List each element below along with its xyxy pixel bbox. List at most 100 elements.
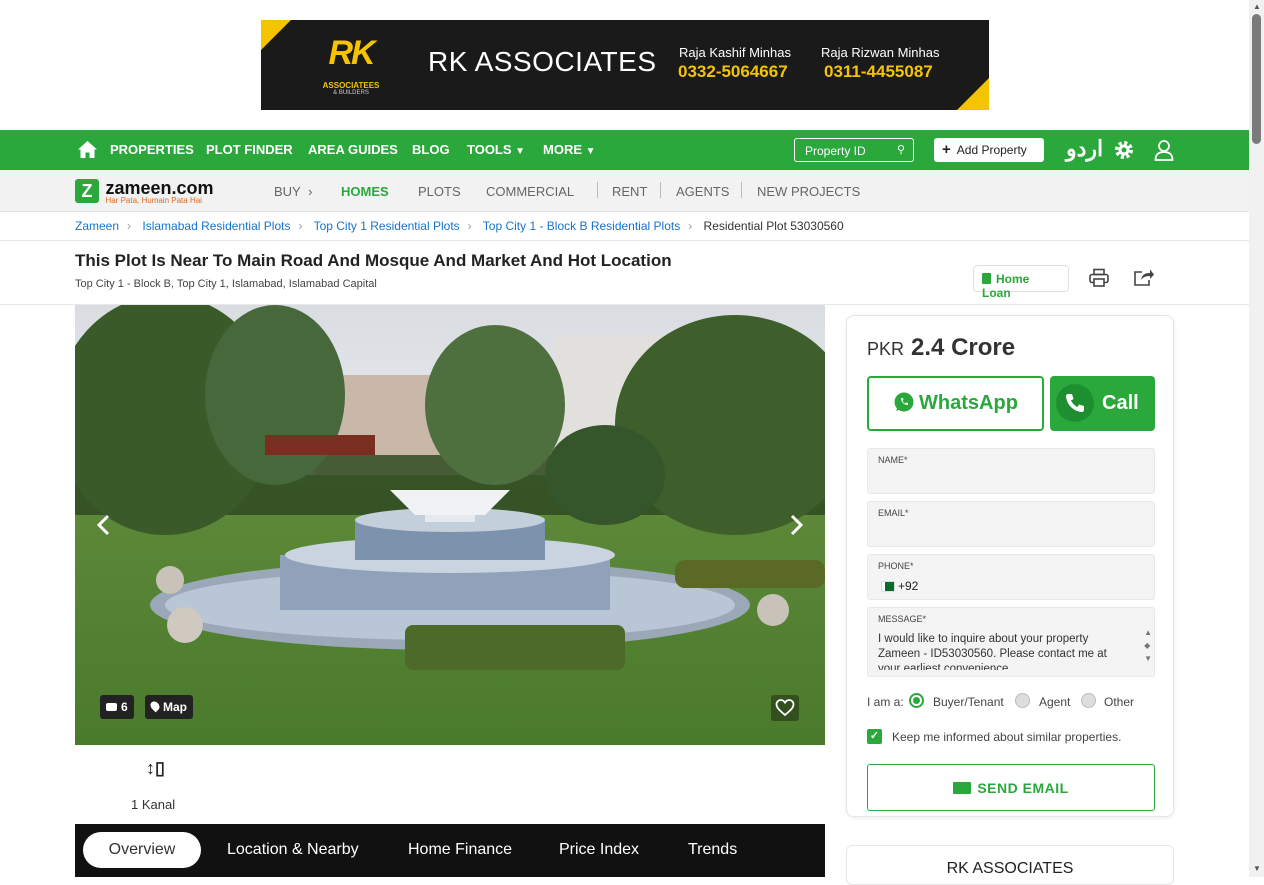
tab-price-index[interactable]: Price Index: [559, 841, 639, 859]
zameen-logo-tagline: Har Pata, Humain Pata Hai: [105, 196, 202, 205]
breadcrumb-item[interactable]: Zameen: [75, 219, 119, 233]
add-property-button[interactable]: + Add Property: [934, 138, 1044, 162]
search-icon[interactable]: ⚲: [897, 143, 905, 156]
price-currency: PKR: [867, 339, 905, 359]
property-id-search-input[interactable]: Property ID ⚲: [794, 138, 914, 162]
keep-informed-checkbox[interactable]: ✓: [867, 729, 882, 744]
contact-card: PKR 2.4 Crore WhatsApp Call NAME* EMAIL*…: [846, 315, 1174, 817]
add-property-label: Add Property: [956, 143, 1027, 157]
send-email-label: SEND EMAIL: [977, 780, 1069, 796]
subnav-item-buy-label: BUY: [274, 184, 301, 199]
banner-corner-decoration: [957, 78, 989, 110]
chevron-right-icon[interactable]: [787, 513, 805, 537]
photo-count-button[interactable]: 6: [100, 695, 134, 719]
advertisement-banner[interactable]: RK ASSOCIATEES & BUILDERS RK ASSOCIATES …: [261, 20, 989, 110]
map-button[interactable]: Map: [145, 695, 193, 719]
gear-icon[interactable]: [1114, 140, 1134, 160]
radio-agent[interactable]: [1015, 693, 1030, 708]
chevron-right-icon: ›: [467, 219, 472, 233]
scroll-down-arrow-icon[interactable]: ▼: [1253, 864, 1261, 873]
rk-logo-line2: & BUILDERS: [333, 90, 369, 96]
user-icon[interactable]: [1154, 139, 1174, 161]
secondary-navigation: Z zameen.com Har Pata, Humain Pata Hai B…: [0, 170, 1249, 212]
home-loan-button[interactable]: Home Loan: [973, 265, 1069, 300]
banner-contact2-phone: 0311-4455087: [824, 62, 933, 81]
map-label: Map: [163, 700, 187, 714]
breadcrumb-item[interactable]: Top City 1 - Block B Residential Plots: [483, 219, 680, 233]
breadcrumb-item[interactable]: Top City 1 Residential Plots: [314, 219, 460, 233]
chevron-right-icon: ›: [688, 219, 693, 233]
send-email-button[interactable]: SEND EMAIL: [867, 764, 1155, 811]
subnav-item-rent[interactable]: RENT: [612, 184, 647, 199]
email-field[interactable]: EMAIL*: [867, 501, 1155, 547]
chevron-right-icon: ›: [308, 184, 313, 199]
i-am-a-label: I am a:: [867, 695, 904, 709]
nav-item-tools[interactable]: TOOLS ▼: [467, 142, 525, 157]
nav-item-more-label: MORE: [543, 142, 582, 157]
pakistan-flag-icon: [881, 581, 895, 592]
property-area: 1 Kanal: [131, 797, 176, 812]
zameen-logo[interactable]: Z zameen.com Har Pata, Humain Pata Hai: [75, 179, 214, 205]
subnav-divider: [660, 182, 661, 198]
property-photo[interactable]: [75, 305, 825, 745]
nav-item-blog[interactable]: BLOG: [412, 142, 450, 157]
urdu-language-toggle[interactable]: اردو: [1066, 136, 1103, 162]
agency-card: RK ASSOCIATES: [846, 845, 1174, 885]
nav-item-more[interactable]: MORE ▼: [543, 142, 596, 157]
scroll-up-arrow-icon[interactable]: ▲: [1253, 2, 1261, 11]
subnav-item-buy[interactable]: BUY ›: [274, 184, 312, 199]
message-field[interactable]: MESSAGE* I would like to inquire about y…: [867, 607, 1155, 677]
subnav-item-homes[interactable]: HOMES: [341, 184, 389, 199]
breadcrumb-current: Residential Plot 53030560: [703, 219, 844, 233]
nav-item-plot-finder[interactable]: PLOT FINDER: [206, 142, 293, 157]
nav-item-properties[interactable]: PROPERTIES: [110, 142, 194, 157]
favorite-button[interactable]: [771, 695, 799, 721]
radio-other[interactable]: [1081, 693, 1096, 708]
phone-prefix: +92: [898, 579, 919, 593]
phone-icon: [1056, 384, 1094, 422]
print-icon[interactable]: [1088, 268, 1110, 288]
heart-icon: [775, 699, 795, 717]
radio-buyer-tenant-label[interactable]: Buyer/Tenant: [933, 695, 1004, 709]
scrollbar-thumb[interactable]: [1252, 14, 1261, 144]
subnav-item-plots[interactable]: PLOTS: [418, 184, 461, 199]
chevron-left-icon[interactable]: [95, 513, 113, 537]
section-tabs: Overview Location & Nearby Home Finance …: [75, 824, 825, 877]
banner-contact1-phone: 0332-5064667: [678, 62, 788, 81]
call-label: Call: [1102, 392, 1139, 414]
tab-location-nearby[interactable]: Location & Nearby: [227, 841, 359, 859]
radio-agent-label[interactable]: Agent: [1039, 695, 1070, 709]
tab-trends[interactable]: Trends: [688, 841, 737, 859]
breadcrumb-item[interactable]: Islamabad Residential Plots: [142, 219, 290, 233]
divider: [0, 240, 1249, 241]
share-icon[interactable]: [1133, 267, 1155, 287]
plus-icon: +: [942, 141, 951, 158]
whatsapp-icon: [894, 392, 914, 412]
tab-overview[interactable]: Overview: [83, 832, 201, 868]
subnav-item-commercial[interactable]: COMMERCIAL: [486, 184, 574, 199]
keep-informed-label[interactable]: Keep me informed about similar propertie…: [892, 730, 1121, 744]
home-icon[interactable]: [77, 140, 98, 159]
call-button[interactable]: Call: [1050, 376, 1155, 431]
area-icon: ↕▯: [146, 758, 165, 778]
tab-home-finance[interactable]: Home Finance: [408, 841, 512, 859]
rk-logo-line1: ASSOCIATEES: [322, 81, 380, 90]
name-field[interactable]: NAME*: [867, 448, 1155, 494]
banner-title: RK ASSOCIATES: [428, 46, 657, 77]
textarea-scroll-arrows-icon[interactable]: ▲ ◆ ▼: [1144, 626, 1152, 665]
banner-contact1-name: Raja Kashif Minhas: [679, 45, 791, 60]
property-address: Top City 1 - Block B, Top City 1, Islama…: [75, 278, 377, 290]
whatsapp-button[interactable]: WhatsApp: [867, 376, 1044, 431]
radio-buyer-tenant[interactable]: [909, 693, 924, 708]
email-field-label: EMAIL*: [878, 508, 909, 518]
property-photo-image: [75, 305, 825, 745]
nav-item-area-guides[interactable]: AREA GUIDES: [308, 142, 398, 157]
radio-other-label[interactable]: Other: [1104, 695, 1134, 709]
agency-name: RK ASSOCIATES: [946, 860, 1074, 877]
scrollbar[interactable]: ▲ ▼: [1249, 0, 1264, 877]
price: PKR 2.4 Crore: [867, 334, 1015, 362]
phone-field[interactable]: PHONE* +92: [867, 554, 1155, 600]
subnav-divider: [597, 182, 598, 198]
subnav-item-new-projects[interactable]: NEW PROJECTS: [757, 184, 860, 199]
subnav-item-agents[interactable]: AGENTS: [676, 184, 729, 199]
